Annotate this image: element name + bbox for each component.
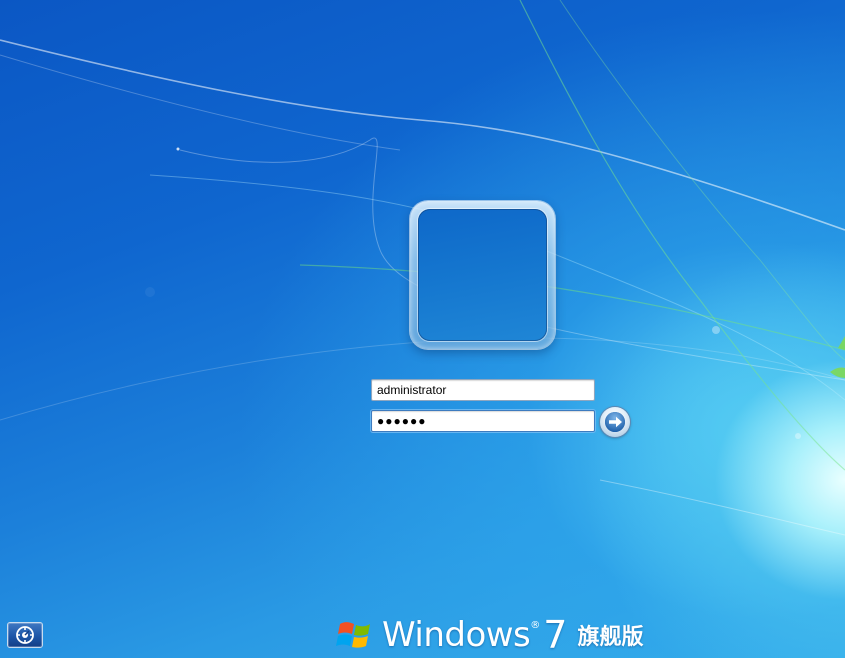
windows-flag-icon (336, 622, 370, 648)
windows-branding: Windows ® 7 旗舰版 (336, 612, 643, 658)
product-edition: 旗舰版 (577, 625, 644, 650)
product-version: 7 (543, 613, 568, 657)
username-field[interactable] (371, 379, 595, 401)
logon-screen: ●●●●●● Windows (0, 0, 845, 658)
user-picture (418, 209, 547, 341)
registered-mark: ® (530, 620, 541, 631)
ease-of-access-icon (16, 626, 34, 644)
password-field[interactable]: ●●●●●● (371, 410, 595, 432)
product-name: Windows (382, 615, 531, 655)
submit-button[interactable] (600, 407, 630, 437)
arrow-right-icon (605, 412, 625, 432)
ease-of-access-button[interactable] (7, 622, 43, 648)
user-picture-frame (410, 201, 555, 349)
